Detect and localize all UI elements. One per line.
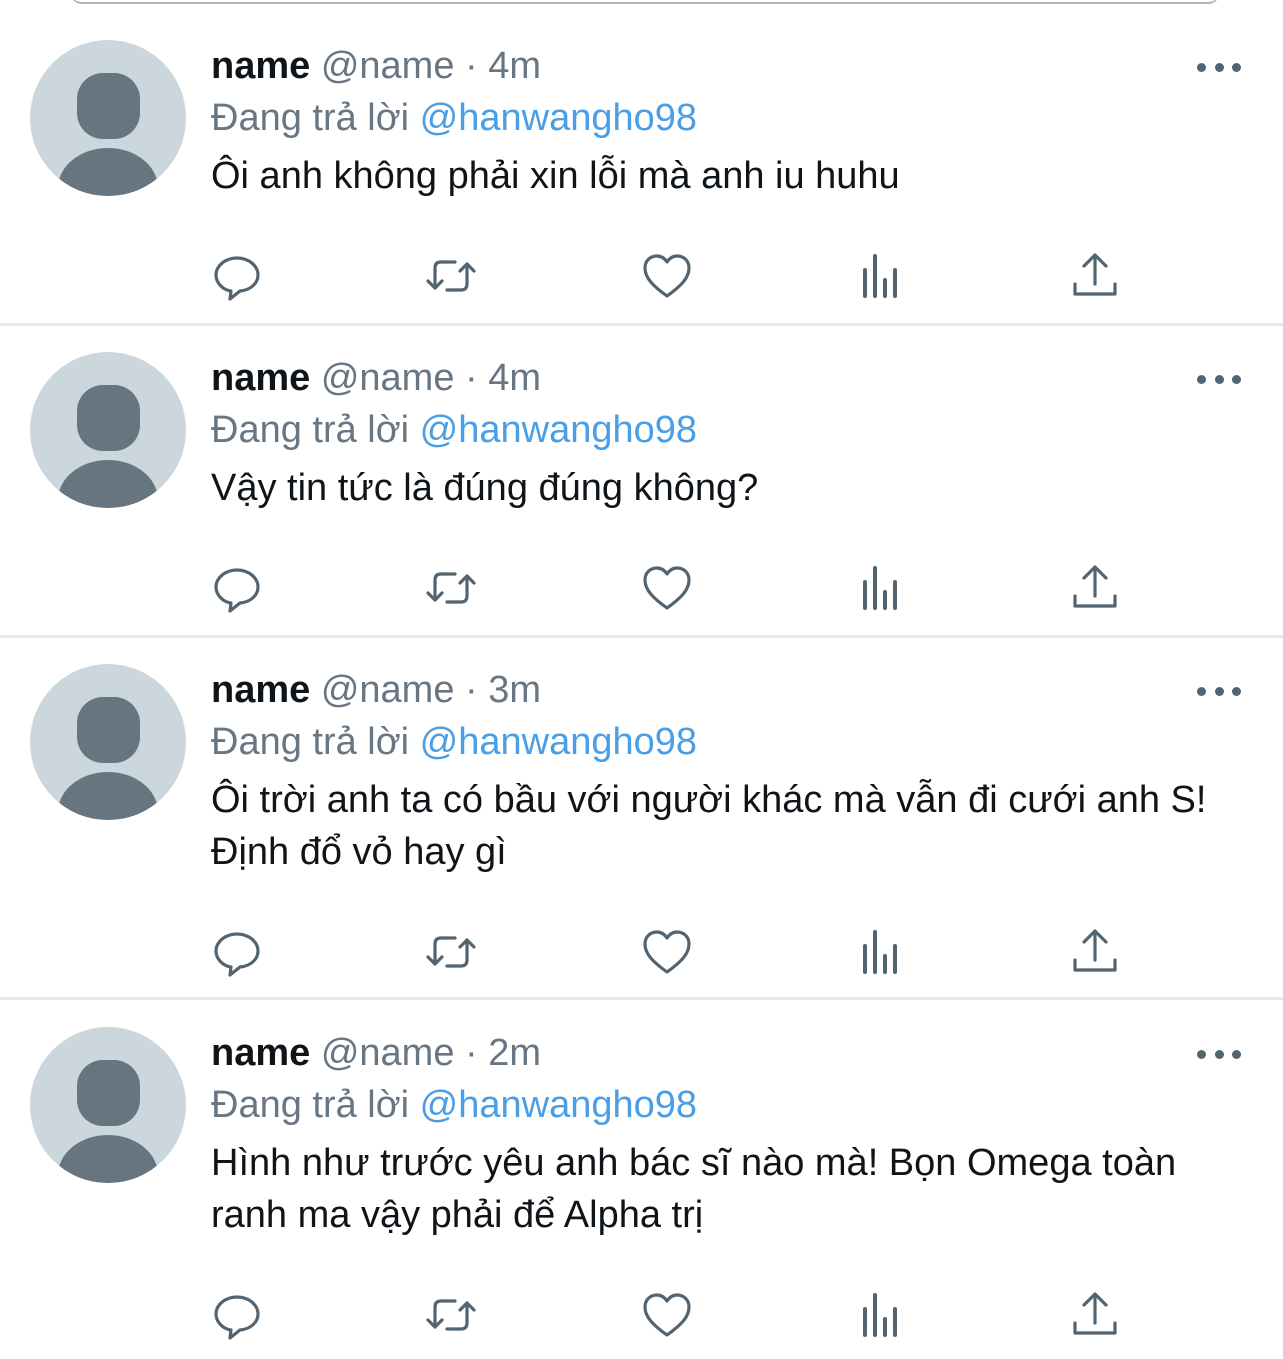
- replying-to-handle[interactable]: @hanwangho98: [420, 409, 697, 451]
- tweet-text: Hình như trước yêu anh bác sĩ nào mà! Bọ…: [211, 1142, 1177, 1236]
- user-handle[interactable]: @name: [321, 357, 455, 399]
- avatar[interactable]: [30, 664, 186, 820]
- display-name[interactable]: name: [211, 357, 310, 399]
- action-bar: [211, 1289, 1131, 1341]
- tweet-text: Ôi trời anh ta có bầu với người khác mà …: [211, 779, 1207, 873]
- action-bar: [211, 562, 1131, 614]
- replying-to-label: Đang trả lời: [211, 409, 410, 451]
- share-icon[interactable]: [1069, 1289, 1121, 1341]
- user-handle[interactable]: @name: [321, 669, 455, 711]
- replying-to-handle[interactable]: @hanwangho98: [420, 721, 697, 763]
- tweet-header: name @name · 2m: [211, 1027, 1223, 1079]
- replying-to: Đang trả lời @hanwangho98: [211, 92, 1223, 144]
- avatar-body-shape: [58, 772, 158, 820]
- tweet[interactable]: name @name · 2m Đang trả lời @hanwangho9…: [0, 987, 1283, 1359]
- timestamp[interactable]: 4m: [488, 45, 541, 87]
- replying-to-label: Đang trả lời: [211, 97, 410, 139]
- retweet-icon[interactable]: [425, 250, 477, 302]
- like-icon[interactable]: [641, 926, 693, 978]
- tweet-header: name @name · 4m: [211, 352, 1223, 404]
- avatar-head-shape: [77, 73, 140, 139]
- avatar[interactable]: [30, 40, 186, 196]
- retweet-icon[interactable]: [425, 1289, 477, 1341]
- like-icon[interactable]: [641, 1289, 693, 1341]
- avatar-body-shape: [58, 148, 158, 196]
- avatar[interactable]: [30, 352, 186, 508]
- tweet-content: name @name · 4m Đang trả lời @hanwangho9…: [211, 352, 1223, 514]
- avatar[interactable]: [30, 1027, 186, 1183]
- timestamp[interactable]: 2m: [488, 1032, 541, 1074]
- more-options-icon[interactable]: [1197, 372, 1241, 386]
- analytics-icon[interactable]: [855, 250, 907, 302]
- display-name[interactable]: name: [211, 1032, 310, 1074]
- like-icon[interactable]: [641, 250, 693, 302]
- share-icon[interactable]: [1069, 250, 1121, 302]
- tweet[interactable]: name @name · 4m Đang trả lời @hanwangho9…: [0, 0, 1283, 326]
- user-handle[interactable]: @name: [321, 45, 455, 87]
- display-name[interactable]: name: [211, 45, 310, 87]
- separator-dot: ·: [465, 357, 478, 399]
- tweet-text: Vậy tin tức là đúng đúng không?: [211, 467, 759, 509]
- action-bar: [211, 250, 1131, 302]
- replying-to-handle[interactable]: @hanwangho98: [420, 97, 697, 139]
- tweet-content: name @name · 3m Đang trả lời @hanwangho9…: [211, 664, 1223, 878]
- tweet[interactable]: name @name · 4m Đang trả lời @hanwangho9…: [0, 312, 1283, 638]
- retweet-icon[interactable]: [425, 926, 477, 978]
- reply-icon[interactable]: [211, 926, 263, 978]
- retweet-icon[interactable]: [425, 562, 477, 614]
- replying-to-label: Đang trả lời: [211, 1084, 410, 1126]
- like-icon[interactable]: [641, 562, 693, 614]
- separator-dot: ·: [465, 45, 478, 87]
- tweet-text: Ôi anh không phải xin lỗi mà anh iu huhu: [211, 155, 900, 197]
- more-options-icon[interactable]: [1197, 60, 1241, 74]
- replying-to: Đang trả lời @hanwangho98: [211, 1079, 1223, 1131]
- analytics-icon[interactable]: [855, 562, 907, 614]
- action-bar: [211, 926, 1131, 978]
- replying-to-label: Đang trả lời: [211, 721, 410, 763]
- separator-dot: ·: [465, 1032, 478, 1074]
- more-options-icon[interactable]: [1197, 684, 1241, 698]
- avatar-head-shape: [77, 385, 140, 451]
- display-name[interactable]: name: [211, 669, 310, 711]
- avatar-head-shape: [77, 1060, 140, 1126]
- tweet-header: name @name · 3m: [211, 664, 1223, 716]
- avatar-body-shape: [58, 460, 158, 508]
- tweet-header: name @name · 4m: [211, 40, 1223, 92]
- more-options-icon[interactable]: [1197, 1047, 1241, 1061]
- avatar-body-shape: [58, 1135, 158, 1183]
- tweet[interactable]: name @name · 3m Đang trả lời @hanwangho9…: [0, 624, 1283, 1000]
- tweet-content: name @name · 2m Đang trả lời @hanwangho9…: [211, 1027, 1223, 1241]
- replying-to-handle[interactable]: @hanwangho98: [420, 1084, 697, 1126]
- user-handle[interactable]: @name: [321, 1032, 455, 1074]
- reply-icon[interactable]: [211, 562, 263, 614]
- timestamp[interactable]: 3m: [488, 669, 541, 711]
- share-icon[interactable]: [1069, 926, 1121, 978]
- timestamp[interactable]: 4m: [488, 357, 541, 399]
- reply-icon[interactable]: [211, 250, 263, 302]
- replying-to: Đang trả lời @hanwangho98: [211, 716, 1223, 768]
- reply-icon[interactable]: [211, 1289, 263, 1341]
- tweet-content: name @name · 4m Đang trả lời @hanwangho9…: [211, 40, 1223, 202]
- analytics-icon[interactable]: [855, 1289, 907, 1341]
- share-icon[interactable]: [1069, 562, 1121, 614]
- analytics-icon[interactable]: [855, 926, 907, 978]
- replying-to: Đang trả lời @hanwangho98: [211, 404, 1223, 456]
- avatar-head-shape: [77, 697, 140, 763]
- separator-dot: ·: [465, 669, 478, 711]
